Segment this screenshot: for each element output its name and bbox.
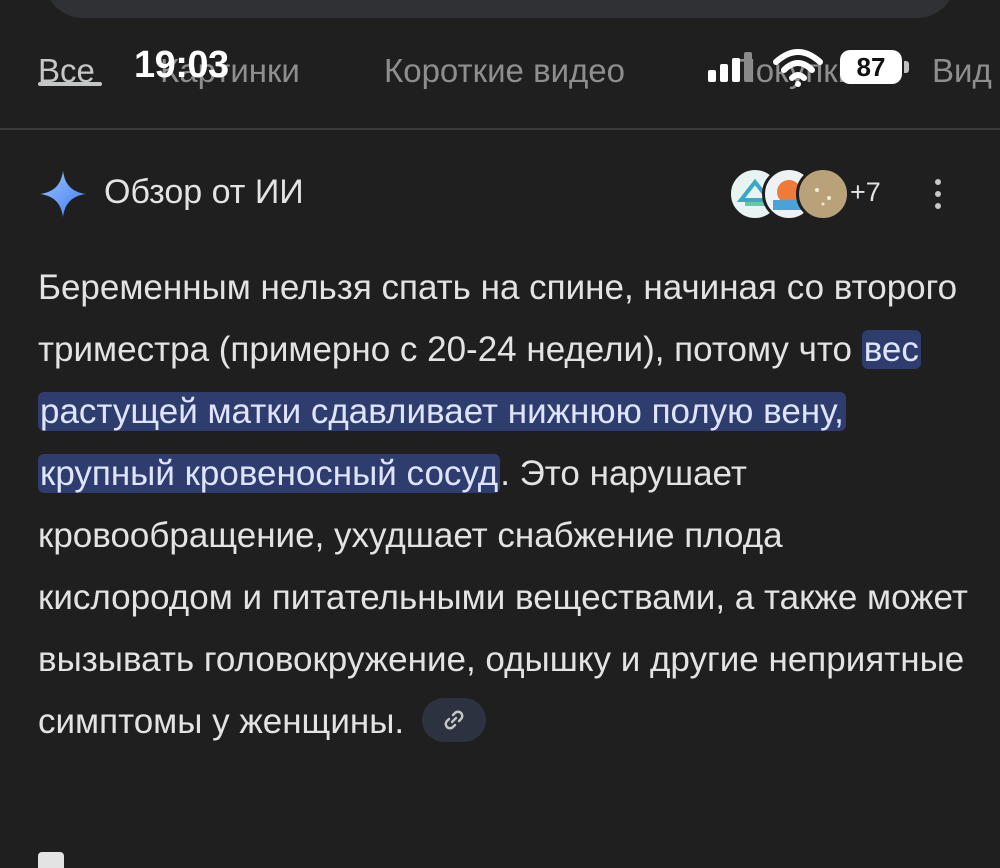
source-link-button[interactable] [421, 697, 486, 742]
next-line-fragment [38, 852, 64, 868]
answer-text-part1: Беременным нельзя спать на спине, начина… [38, 268, 958, 369]
more-vert-icon[interactable] [926, 179, 950, 215]
source-avatar-3[interactable] [796, 167, 850, 221]
tabs-divider [0, 128, 1000, 130]
ai-answer-text: Беременным нельзя спать на спине, начина… [38, 257, 968, 753]
more-sources-count[interactable]: +7 [850, 177, 881, 208]
sparkle-icon [40, 171, 86, 217]
source-logo-icon [815, 188, 831, 206]
link-icon [444, 710, 464, 730]
battery-icon: 87 [840, 50, 902, 84]
battery-tip [904, 61, 909, 73]
tab-short-videos[interactable]: Короткие видео [384, 52, 625, 90]
wifi-icon [773, 49, 823, 87]
ai-overview-title: Обзор от ИИ [104, 173, 304, 211]
source-avatars[interactable]: +7 [728, 167, 881, 221]
ai-overview-header: Обзор от ИИ +7 [38, 165, 968, 225]
status-icons: 87 [706, 48, 916, 88]
tab-video[interactable]: Вид [932, 52, 992, 90]
answer-text-part2: . Это нарушает кровообращение, ухудшает … [38, 454, 968, 741]
signal-icon [708, 52, 752, 82]
status-time: 19:03 [134, 44, 229, 86]
search-bar[interactable] [44, 0, 956, 18]
active-tab-indicator [38, 82, 102, 86]
